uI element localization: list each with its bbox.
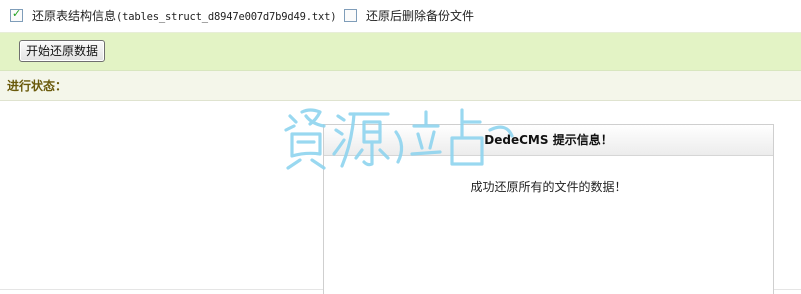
status-bar: 进行状态： <box>0 71 801 101</box>
start-restore-button[interactable]: 开始还原数据 <box>19 40 106 62</box>
struct-file-name: (tables_struct_d8947e007d7b9d49.txt) <box>116 11 337 23</box>
message-box-body: 成功还原所有的文件的数据！ <box>470 180 627 194</box>
options-row: ✓ 还原表结构信息(tables_struct_d8947e007d7b9d49… <box>0 0 801 33</box>
delete-backup-checkbox[interactable] <box>344 9 357 22</box>
message-box-header: DedeCMS 提示信息！ <box>324 125 773 156</box>
delete-backup-label: 还原后删除备份文件 <box>366 9 475 23</box>
checkmark-icon: ✓ <box>12 7 22 20</box>
status-label: 进行状态： <box>7 79 68 93</box>
restore-struct-label: 还原表结构信息(tables_struct_d8947e007d7b9d49.t… <box>32 8 337 25</box>
action-bar: 开始还原数据 <box>0 33 801 71</box>
restore-struct-checkbox[interactable]: ✓ <box>10 7 23 22</box>
message-box: DedeCMS 提示信息！ 成功还原所有的文件的数据！ <box>323 124 774 294</box>
restore-struct-label-text: 还原表结构信息 <box>32 9 117 23</box>
message-box-title: DedeCMS 提示信息！ <box>484 133 613 147</box>
